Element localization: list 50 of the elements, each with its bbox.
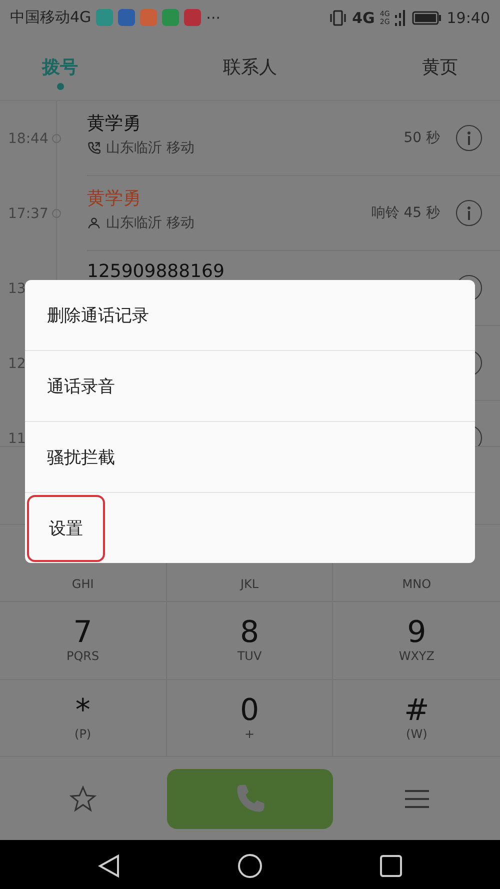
timeline-marker — [52, 134, 61, 143]
back-icon[interactable] — [98, 854, 120, 878]
phone-icon — [87, 141, 101, 155]
menu-item[interactable]: 骚扰拦截 — [47, 446, 115, 468]
call-time: 18:44 — [8, 130, 48, 146]
caller-location: 山东临沂 移动 — [106, 139, 194, 157]
tab[interactable]: 黄页 — [420, 35, 460, 79]
info-icon — [467, 206, 471, 220]
signal-icon — [394, 10, 407, 26]
recents-icon[interactable] — [380, 854, 402, 876]
info-button[interactable] — [456, 125, 482, 151]
app-icon — [184, 9, 202, 26]
timeline-marker — [52, 209, 61, 218]
battery-icon — [412, 10, 442, 24]
call-time: 13 — [8, 280, 26, 296]
dial-key[interactable]: 7 PQRS — [0, 602, 167, 678]
app-icon — [140, 9, 158, 26]
caller-name: 黄学勇 — [87, 187, 142, 210]
dial-key[interactable]: MNO — [333, 524, 500, 601]
app-icon — [118, 9, 136, 26]
carrier-name: 中国移动4G — [10, 8, 92, 27]
dial-key[interactable]: 9 WXYZ — [333, 602, 500, 678]
call-duration: 50 秒 — [404, 129, 440, 147]
info-icon — [467, 131, 471, 145]
more-indicator: ··· — [206, 8, 220, 26]
app-icon — [162, 9, 180, 26]
menu-item[interactable]: 设置 — [27, 494, 105, 562]
tab[interactable]: 联系人 — [221, 35, 279, 79]
vibrate-icon — [329, 10, 348, 26]
info-button[interactable] — [456, 200, 482, 226]
star-icon[interactable] — [69, 784, 97, 812]
call-time: 12 — [8, 356, 26, 372]
menu-item[interactable]: 通话录音 — [47, 374, 115, 398]
call-duration: 响铃 45 秒 — [371, 204, 440, 222]
caller-name: 黄学勇 — [87, 112, 142, 135]
menu-item[interactable]: 删除通话记录 — [47, 304, 149, 326]
app-icon — [96, 9, 114, 26]
call-time: 17:37 — [8, 206, 48, 222]
home-icon[interactable] — [236, 852, 263, 878]
dial-key[interactable]: 0 + — [166, 680, 334, 756]
dial-key[interactable]: 8 TUV — [166, 602, 334, 678]
clock: 19:40 — [446, 8, 490, 26]
caller-location: 山东临沂 移动 — [106, 214, 194, 232]
call-time: 11 — [8, 430, 26, 446]
network-type: 4G — [352, 8, 375, 26]
caller-name: 125909888169 — [87, 261, 226, 282]
dial-key[interactable]: # (W) — [333, 680, 500, 756]
person-icon — [87, 216, 101, 230]
menu-icon[interactable] — [404, 788, 430, 808]
dial-key[interactable]: * (P) — [0, 680, 167, 756]
